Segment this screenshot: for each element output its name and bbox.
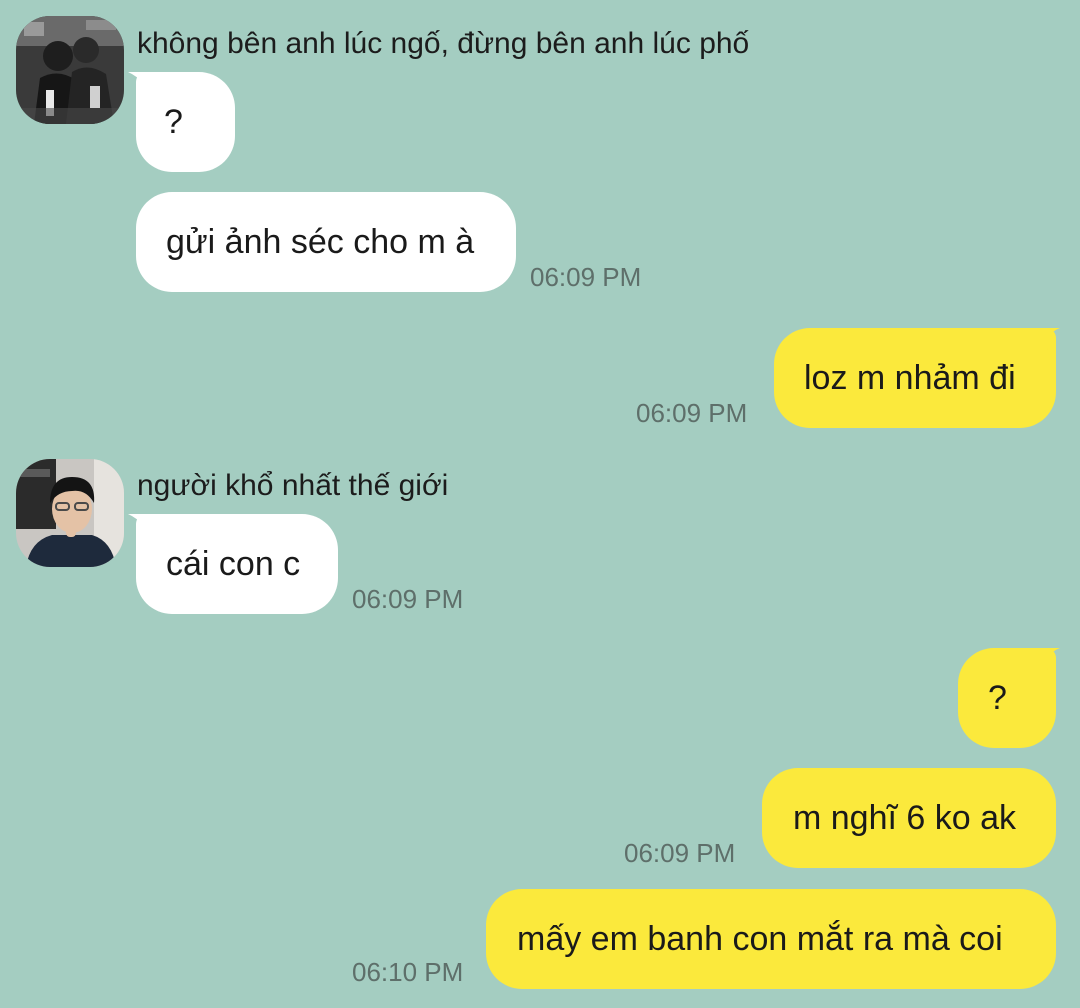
message-bubble[interactable]: cái con c — [136, 514, 338, 614]
sender-name: người khổ nhất thế giới — [137, 469, 449, 502]
message-bubble[interactable]: loz m nhảm đi — [774, 328, 1056, 428]
message-text: ? — [164, 102, 183, 141]
sender-name: không bên anh lúc ngố, đừng bên anh lúc … — [137, 27, 750, 60]
message-text: mấy em banh con mắt ra mà coi — [517, 919, 1003, 958]
message-bubble[interactable]: ? — [136, 72, 235, 172]
message-timestamp: 06:10 PM — [352, 957, 464, 987]
avatar-photo-icon — [16, 459, 124, 567]
message-text: gửi ảnh séc cho m à — [166, 222, 475, 261]
bubble-tail — [1032, 648, 1060, 670]
bubble-tail — [1032, 328, 1060, 350]
message-text: cái con c — [166, 544, 301, 583]
message-timestamp: 06:09 PM — [636, 398, 748, 428]
sender-avatar[interactable] — [16, 459, 124, 567]
message-text: m nghĩ 6 ko ak — [793, 798, 1017, 837]
message-bubble[interactable]: gửi ảnh séc cho m à — [136, 192, 516, 292]
message-bubble[interactable]: m nghĩ 6 ko ak — [762, 768, 1056, 868]
message-timestamp: 06:09 PM — [352, 584, 464, 614]
avatar-photo-icon — [16, 16, 124, 124]
message-timestamp: 06:09 PM — [624, 838, 736, 868]
message-timestamp: 06:09 PM — [530, 262, 642, 292]
message-bubble[interactable]: mấy em banh con mắt ra mà coi — [486, 889, 1056, 989]
sender-avatar[interactable] — [16, 16, 124, 124]
message-text: loz m nhảm đi — [804, 358, 1016, 397]
message-text: ? — [988, 678, 1007, 717]
